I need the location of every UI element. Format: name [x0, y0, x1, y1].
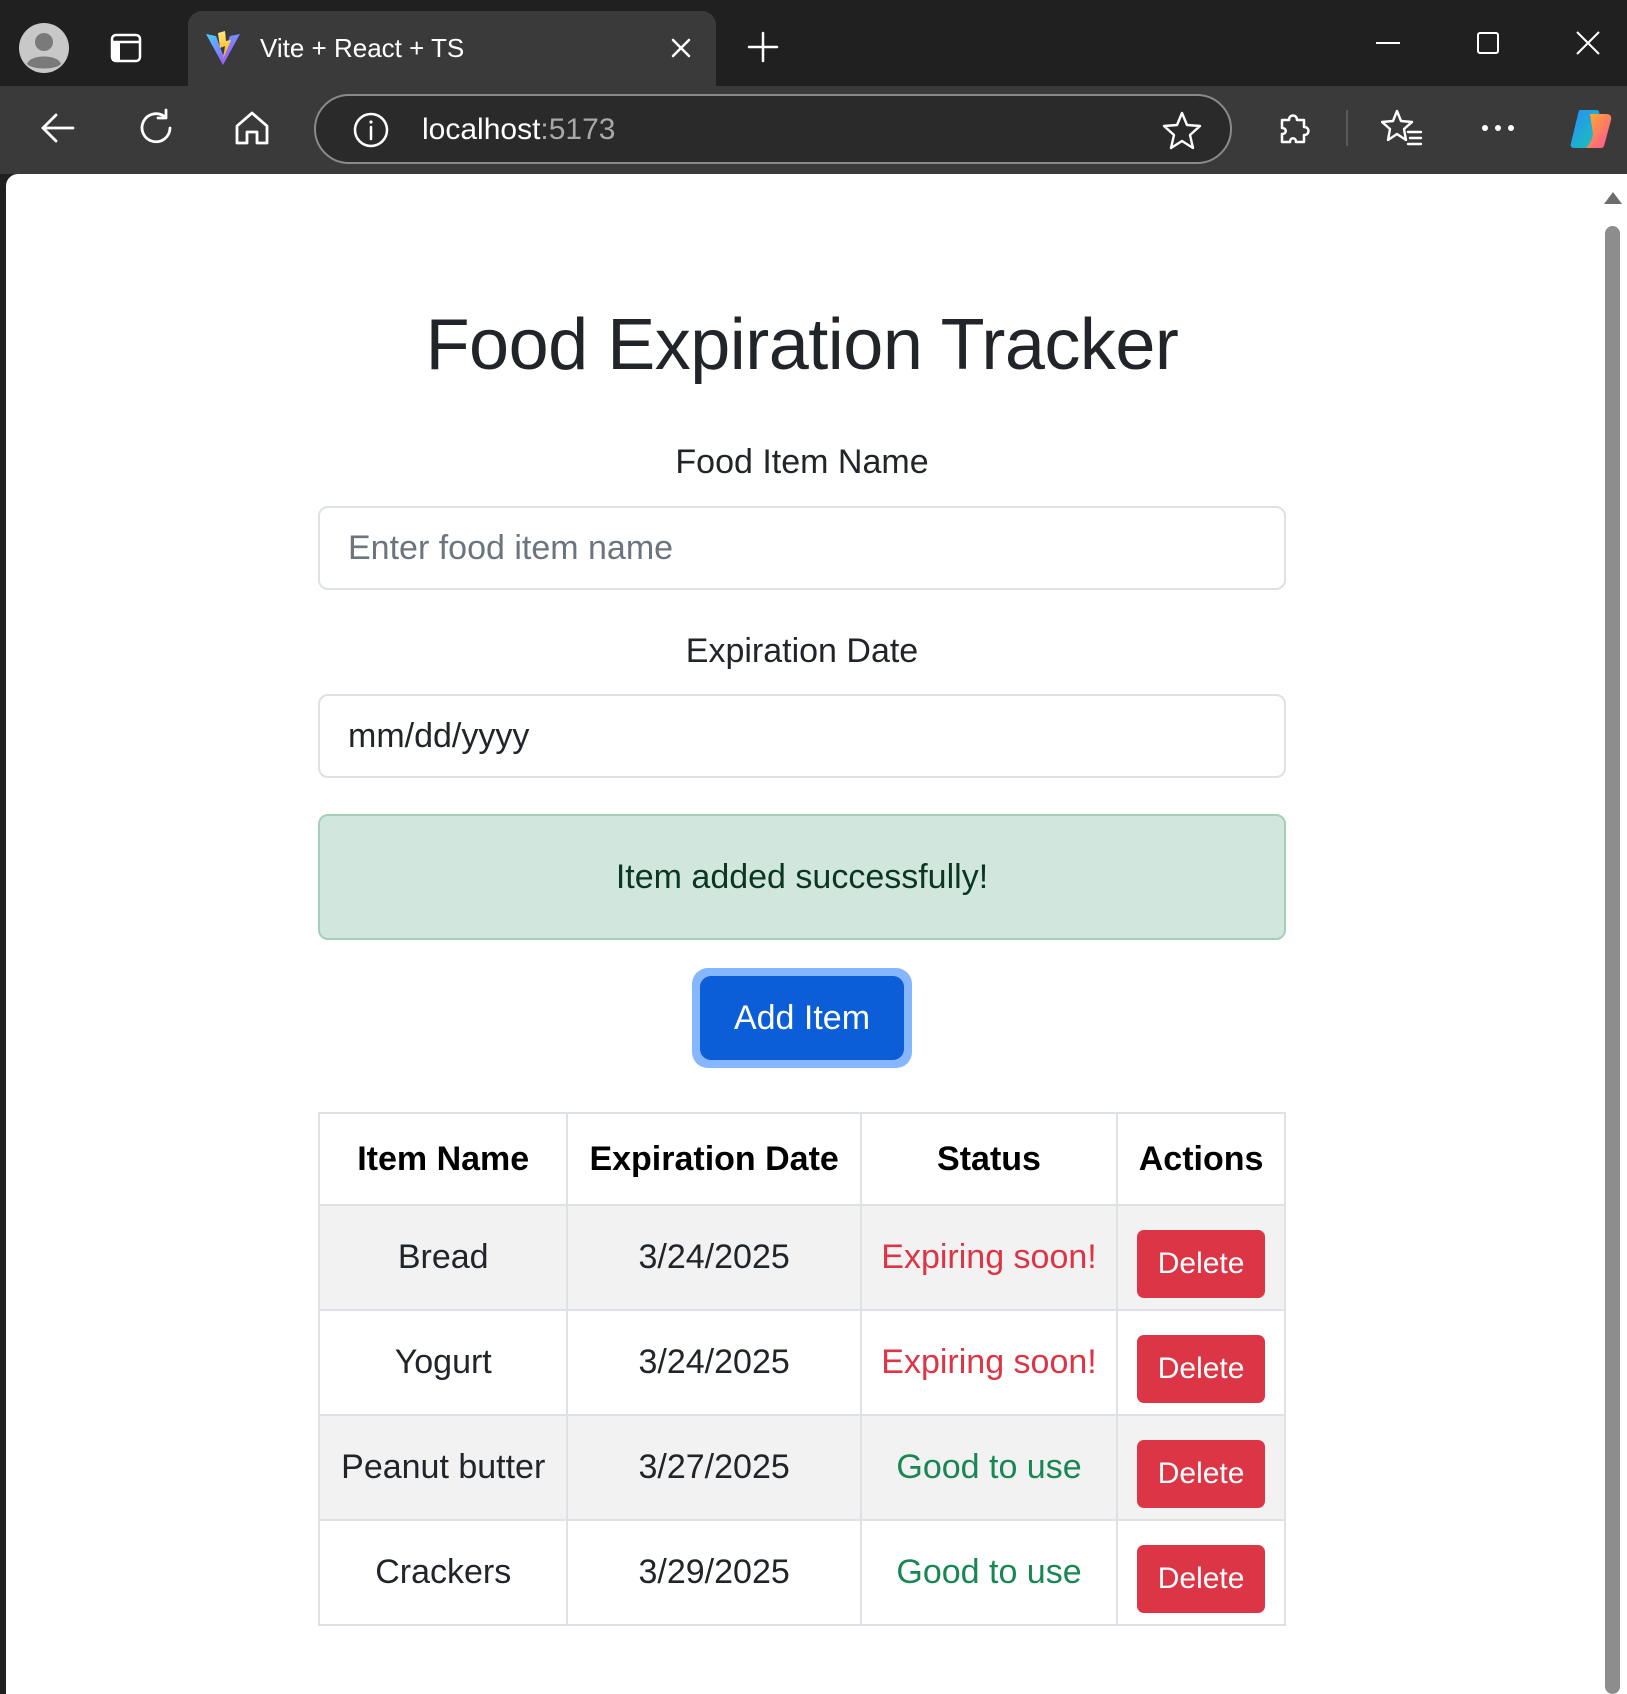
close-icon[interactable] — [662, 29, 700, 67]
browser-title-bar: Vite + React + TS — [0, 0, 1627, 86]
delete-button[interactable]: Delete — [1137, 1439, 1266, 1508]
add-item-button[interactable]: Add Item — [700, 976, 904, 1060]
header-expiration-date: Expiration Date — [566, 1112, 862, 1206]
table-row: Peanut butter 3/27/2025 Good to use Dele… — [317, 1414, 1286, 1521]
delete-button[interactable]: Delete — [1137, 1334, 1266, 1403]
copilot-icon[interactable] — [1564, 102, 1618, 156]
food-name-label: Food Item Name — [675, 443, 929, 481]
expiration-date-input[interactable] — [318, 694, 1286, 778]
cell-status: Expiring soon! — [859, 1309, 1119, 1416]
favorites-icon[interactable] — [1376, 102, 1428, 154]
scrollbar-thumb[interactable] — [1605, 226, 1620, 1694]
cell-actions: Delete — [1116, 1204, 1286, 1311]
cell-actions: Delete — [1116, 1309, 1286, 1416]
minimize-icon[interactable] — [1363, 18, 1413, 68]
puzzle-icon[interactable] — [1268, 102, 1320, 154]
address-port: :5173 — [540, 113, 616, 146]
home-icon[interactable] — [226, 102, 278, 154]
back-arrow-icon[interactable] — [32, 102, 84, 154]
add-item-focus-ring: Add Item — [692, 968, 912, 1068]
window-close-icon[interactable] — [1563, 18, 1613, 68]
page-viewport: Food Expiration Tracker Food Item Name E… — [6, 174, 1597, 1694]
vite-logo-icon — [204, 29, 242, 67]
tab-actions-icon[interactable] — [104, 26, 148, 70]
refresh-icon[interactable] — [130, 102, 182, 154]
address-url[interactable]: localhost:5173 — [422, 112, 615, 148]
cell-status: Expiring soon! — [859, 1204, 1119, 1311]
food-name-input[interactable] — [318, 506, 1286, 590]
cell-item-name: Peanut butter — [317, 1414, 569, 1521]
cell-actions: Delete — [1116, 1414, 1286, 1521]
info-icon[interactable] — [352, 111, 390, 149]
page-title: Food Expiration Tracker — [425, 305, 1179, 385]
header-actions: Actions — [1116, 1112, 1286, 1206]
header-status: Status — [859, 1112, 1119, 1206]
success-alert: Item added successfully! — [318, 814, 1286, 940]
address-host: localhost — [422, 113, 541, 146]
table-row: Bread 3/24/2025 Expiring soon! Delete — [317, 1204, 1286, 1311]
star-icon[interactable] — [1162, 110, 1202, 150]
food-items-table: Item Name Expiration Date Status Actions… — [317, 1112, 1286, 1626]
cell-expiration-date: 3/24/2025 — [566, 1204, 862, 1311]
cell-item-name: Yogurt — [317, 1309, 569, 1416]
tab-title: Vite + React + TS — [260, 33, 465, 63]
vertical-scrollbar[interactable] — [1597, 174, 1627, 1694]
address-bar[interactable]: localhost:5173 — [314, 94, 1232, 164]
header-item-name: Item Name — [317, 1112, 569, 1206]
cell-item-name: Crackers — [317, 1519, 569, 1626]
cell-expiration-date: 3/29/2025 — [566, 1519, 862, 1626]
maximize-icon[interactable] — [1463, 18, 1513, 68]
table-header-row: Item Name Expiration Date Status Actions — [317, 1112, 1286, 1206]
profile-icon[interactable] — [16, 20, 72, 76]
cell-expiration-date: 3/24/2025 — [566, 1309, 862, 1416]
scroll-up-arrow-icon[interactable] — [1604, 192, 1622, 204]
more-icon[interactable] — [1472, 102, 1524, 154]
table-row: Crackers 3/29/2025 Good to use Delete — [317, 1519, 1286, 1626]
delete-button[interactable]: Delete — [1137, 1544, 1266, 1613]
delete-button[interactable]: Delete — [1137, 1229, 1266, 1298]
cell-status: Good to use — [859, 1414, 1119, 1521]
browser-tab-active[interactable]: Vite + React + TS — [188, 11, 716, 86]
toolbar-divider — [1346, 110, 1348, 146]
expiration-date-label: Expiration Date — [685, 632, 919, 670]
browser-toolbar: localhost:5173 — [0, 86, 1627, 174]
cell-actions: Delete — [1116, 1519, 1286, 1626]
table-row: Yogurt 3/24/2025 Expiring soon! Delete — [317, 1309, 1286, 1416]
cell-expiration-date: 3/27/2025 — [566, 1414, 862, 1521]
cell-item-name: Bread — [317, 1204, 569, 1311]
cell-status: Good to use — [859, 1519, 1119, 1626]
plus-icon[interactable] — [740, 24, 786, 70]
